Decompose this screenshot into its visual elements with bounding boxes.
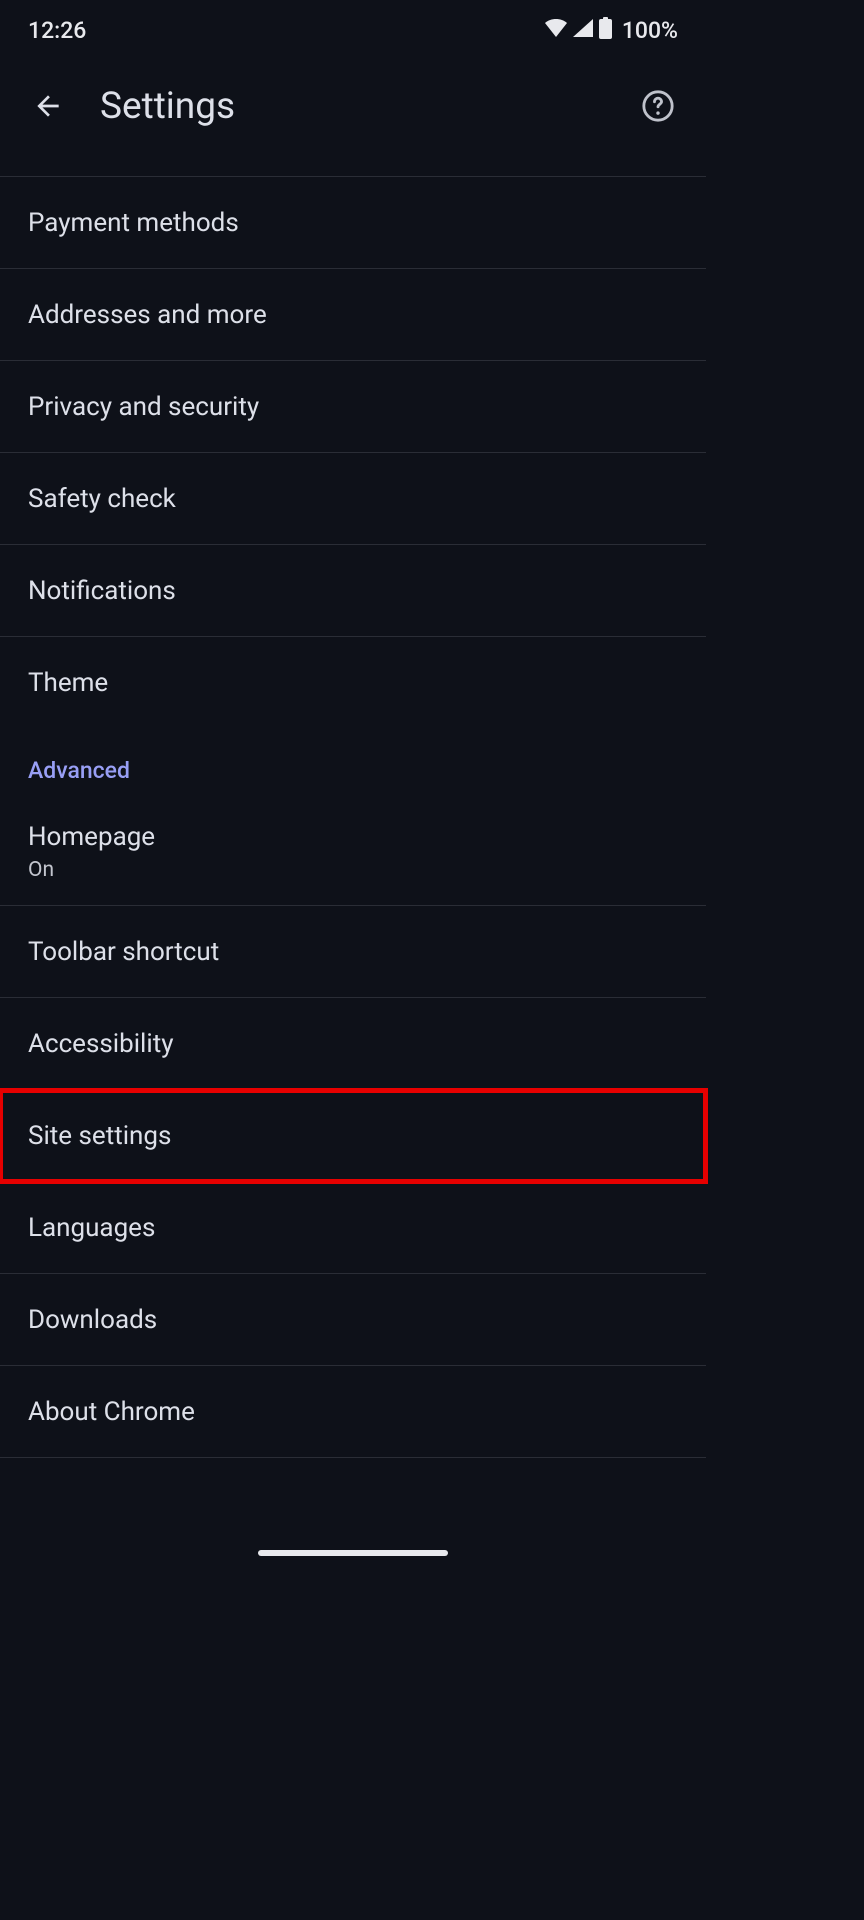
settings-item-theme[interactable]: Theme <box>0 637 706 729</box>
settings-label: Accessibility <box>28 1029 678 1059</box>
settings-item-payment-methods[interactable]: Payment methods <box>0 177 706 269</box>
settings-item-site-settings[interactable]: Site settings <box>0 1090 706 1182</box>
cutoff-item <box>0 152 706 177</box>
settings-item-notifications[interactable]: Notifications <box>0 545 706 637</box>
settings-label: Addresses and more <box>28 300 678 330</box>
settings-item-languages[interactable]: Languages <box>0 1182 706 1274</box>
settings-label: Site settings <box>28 1121 678 1151</box>
battery-percent: 100% <box>622 17 678 44</box>
section-header-advanced: Advanced <box>0 729 706 798</box>
arrow-back-icon <box>32 90 64 122</box>
battery-icon <box>599 17 612 43</box>
status-bar: 12:26 100% <box>0 0 706 60</box>
settings-item-addresses[interactable]: Addresses and more <box>0 269 706 361</box>
settings-label: Notifications <box>28 576 678 606</box>
settings-label: About Chrome <box>28 1397 678 1427</box>
app-bar: Settings <box>0 60 706 152</box>
settings-item-accessibility[interactable]: Accessibility <box>0 998 706 1090</box>
settings-label: Toolbar shortcut <box>28 937 678 967</box>
settings-label: Languages <box>28 1213 678 1243</box>
settings-item-about-chrome[interactable]: About Chrome <box>0 1366 706 1458</box>
settings-label: Theme <box>28 668 678 698</box>
help-button[interactable] <box>634 82 682 130</box>
status-indicators: 100% <box>545 17 678 44</box>
settings-list: Payment methods Addresses and more Priva… <box>0 177 706 1458</box>
navigation-bar-handle[interactable] <box>258 1550 448 1556</box>
cellular-icon <box>573 19 593 41</box>
settings-item-homepage[interactable]: Homepage On <box>0 798 706 906</box>
settings-label: Homepage <box>28 822 678 852</box>
settings-label: Safety check <box>28 484 678 514</box>
settings-item-safety-check[interactable]: Safety check <box>0 453 706 545</box>
settings-item-toolbar[interactable]: Toolbar shortcut <box>0 906 706 998</box>
settings-sublabel: On <box>28 858 678 882</box>
settings-item-downloads[interactable]: Downloads <box>0 1274 706 1366</box>
settings-label: Downloads <box>28 1305 678 1335</box>
page-title: Settings <box>100 85 634 128</box>
back-button[interactable] <box>24 82 72 130</box>
settings-label: Payment methods <box>28 208 678 238</box>
settings-item-privacy[interactable]: Privacy and security <box>0 361 706 453</box>
help-icon <box>641 89 675 123</box>
settings-label: Privacy and security <box>28 392 678 422</box>
wifi-icon <box>545 19 567 41</box>
status-time: 12:26 <box>28 17 86 44</box>
